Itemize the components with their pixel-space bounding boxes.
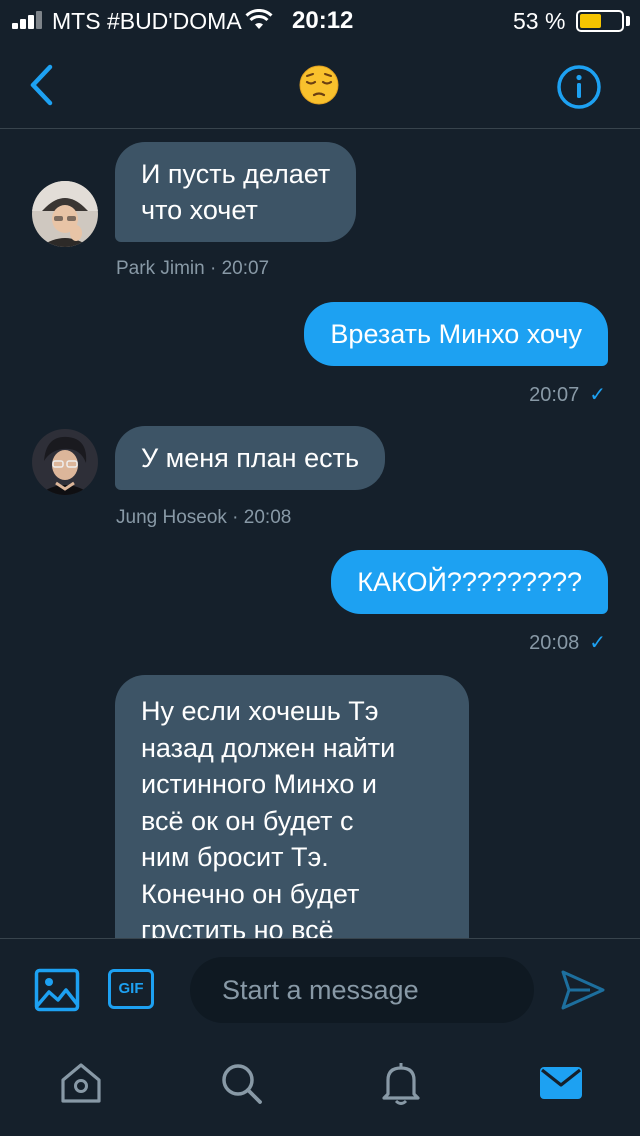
message-text-line: истинного Минхо и [141, 769, 377, 799]
home-icon[interactable] [58, 1060, 104, 1106]
message-sender-time: Park Jimin · 20:07 [116, 258, 270, 279]
battery-icon [576, 10, 624, 32]
outgoing-message-bubble[interactable]: Врезать Минхо хочу [304, 302, 608, 366]
avatar[interactable] [32, 181, 98, 247]
signal-strength-icon [12, 11, 48, 29]
send-icon[interactable] [560, 969, 606, 1011]
battery-level-fill [580, 14, 601, 28]
dm-conversation-screen: MTS #BUD'DOMA 20:12 53 % И пусть делает … [0, 0, 640, 1136]
sent-check-icon: ✓ [589, 632, 606, 654]
message-time: 20:08 [529, 632, 580, 654]
bottom-tab-bar [0, 1040, 640, 1136]
status-time: 20:12 [292, 7, 354, 34]
message-timestamp: 20:07 ✓ [529, 382, 606, 407]
conversation-header [0, 40, 640, 129]
message-text-line: что хочет [141, 195, 258, 225]
messages-mail-icon[interactable] [538, 1060, 584, 1106]
info-button[interactable] [556, 64, 602, 110]
carrier-name: MTS #BUD'DOMA [52, 8, 242, 34]
message-timestamp: 20:08 ✓ [529, 630, 606, 655]
incoming-message-bubble[interactable]: Ну если хочешь Тэ назад должен найти ист… [115, 675, 469, 938]
message-text-line: И пусть делает [141, 159, 331, 189]
message-text-line: назад должен найти [141, 732, 396, 763]
message-text: КАКОЙ????????? [357, 567, 582, 597]
message-text-line: ним бросит Тэ. [141, 842, 329, 872]
back-button[interactable] [22, 62, 62, 108]
notifications-bell-icon[interactable] [378, 1060, 424, 1106]
message-list[interactable]: И пусть делает что хочет Park Jimin · 20… [0, 130, 640, 938]
message-text-line: Конечно он будет [141, 878, 360, 909]
incoming-message-bubble[interactable]: И пусть делает что хочет [115, 142, 357, 242]
message-composer: GIF [0, 938, 640, 1040]
pensive-face-emoji-icon [299, 65, 339, 105]
image-icon[interactable] [34, 968, 80, 1012]
sent-check-icon: ✓ [589, 384, 606, 406]
battery-percent: 53 % [513, 8, 566, 34]
gif-button[interactable]: GIF [108, 969, 154, 1009]
outgoing-message-bubble[interactable]: КАКОЙ????????? [331, 550, 608, 614]
wifi-icon [245, 9, 273, 29]
battery-cap [626, 16, 630, 26]
message-text-line: всё ок он будет с [141, 805, 354, 836]
message-sender-time: Jung Hoseok · 20:08 [116, 507, 292, 528]
message-text-line: Ну если хочешь Тэ [141, 696, 379, 726]
incoming-message-bubble[interactable]: У меня план есть [115, 426, 386, 490]
search-icon[interactable] [218, 1060, 264, 1106]
message-text: У меня план есть [141, 443, 360, 473]
avatar[interactable] [32, 429, 98, 495]
message-text-line: грустить но всё [141, 915, 334, 938]
message-text: Врезать Минхо хочу [330, 319, 582, 349]
message-input[interactable] [190, 957, 534, 1023]
message-time: 20:07 [529, 384, 580, 406]
status-bar: MTS #BUD'DOMA 20:12 53 % [0, 0, 640, 40]
